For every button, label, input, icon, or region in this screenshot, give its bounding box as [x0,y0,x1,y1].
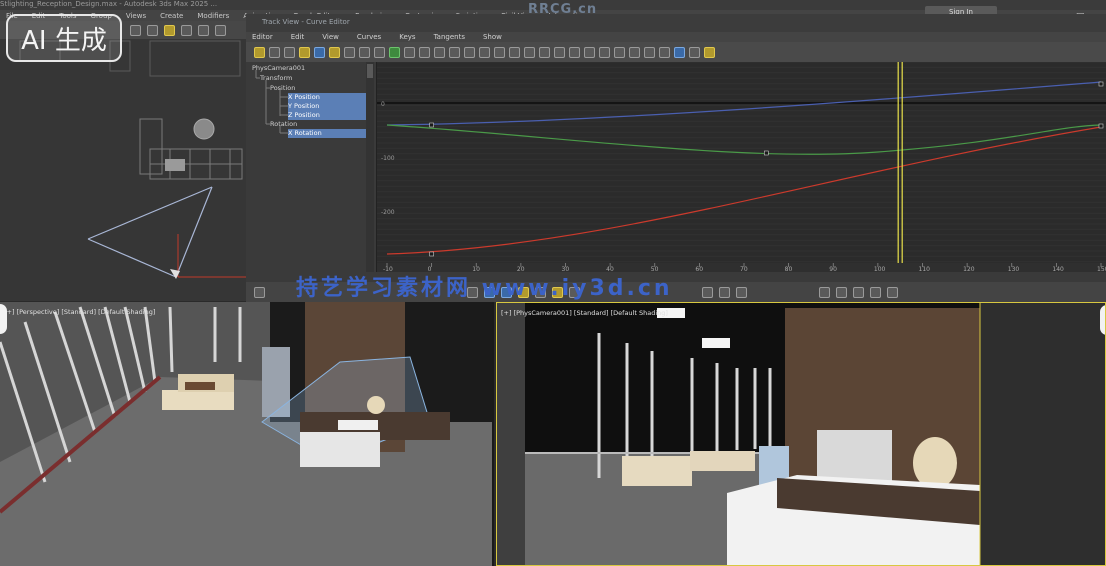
unify-tangents-icon[interactable] [644,46,655,58]
tangent-slow-icon[interactable] [494,46,505,58]
rotate-icon[interactable] [198,24,209,36]
curve-key [429,251,434,257]
camera-viewport-label[interactable]: [+] [PhysCamera001] [Standard] [Default … [501,309,668,317]
tree-item-y-position[interactable]: Y Position [288,102,366,111]
scale-icon[interactable] [215,24,226,36]
select-object-icon[interactable] [130,24,141,36]
pan-icon[interactable] [702,286,713,298]
curve-key [1098,81,1104,87]
perspective-scene [0,302,492,566]
move-icon[interactable] [181,24,192,36]
scale-keys-icon[interactable] [329,46,340,58]
camera-scene [497,303,1105,565]
ce-menu-item[interactable]: Show [483,33,502,41]
ce-menu-item[interactable]: Editor [252,33,273,41]
top-viewport-scene [19,40,246,279]
perspective-viewport-label[interactable]: [+] [Perspective] [Standard] [Default Sh… [4,308,155,316]
ease-curve-icon[interactable] [554,46,565,58]
snap-frames-icon[interactable] [419,46,430,58]
y-position-curve [386,124,1102,155]
tangent-linear-icon[interactable] [524,46,535,58]
break-tangents-icon[interactable] [629,46,640,58]
zoom-value-icon[interactable] [736,286,747,298]
top-viewport[interactable] [0,39,246,301]
zoom-horizontal-icon[interactable] [719,286,730,298]
tree-item-x-position[interactable]: X Position [288,93,366,102]
controller-tree[interactable]: PhysCamera001 Transform Position X Posit… [246,62,377,272]
menu-item[interactable]: Views [126,12,146,20]
window-crossing-icon[interactable] [164,24,175,36]
tangent-smooth-icon[interactable] [539,46,550,58]
parameter-curve-icon[interactable] [404,46,415,58]
left-nav-button[interactable] [0,304,7,334]
site-watermark: 持艺学习素材网 www.iy3d.cn [296,276,673,301]
menu-item[interactable]: Create [160,12,183,20]
curve-key [1098,123,1104,129]
tree-item-rotation[interactable]: Rotation [270,120,297,129]
normalize-icon[interactable] [689,46,700,58]
slide-keys-icon[interactable] [314,46,325,58]
select-region-icon[interactable] [147,24,158,36]
ce-menu-item[interactable]: Curves [357,33,381,41]
curve-graph-canvas: 0-100-200-10 0 10 20 30 40 50 60 70 80 90 100 110 120… [377,62,1106,272]
tangent-spline-icon[interactable] [464,46,475,58]
curve-key [764,150,769,156]
lock-icon[interactable] [269,46,280,58]
ce-menu-item[interactable]: Keys [399,33,415,41]
camera-viewport[interactable]: [+] [PhysCamera001] [Standard] [Default … [496,302,1106,566]
lock-selection-icon[interactable] [434,46,445,58]
frame-all-icon[interactable] [836,286,847,298]
perspective-viewport[interactable]: [+] [Perspective] [Standard] [Default Sh… [0,302,494,566]
region-tool-icon[interactable] [374,46,385,58]
show-all-tangents-icon[interactable] [674,46,685,58]
zoom-region-icon[interactable] [887,286,898,298]
tree-item-position[interactable]: Position [270,84,295,93]
add-key-icon[interactable] [359,46,370,58]
lock-tangents-icon[interactable] [614,46,625,58]
curve-editor-menu: Editor Edit View Curves Keys Tangents Sh… [246,32,1106,42]
tangent-fast-icon[interactable] [479,46,490,58]
show-tangents-icon[interactable] [599,46,610,58]
y-tick-label: -200 [381,209,395,216]
menu-item[interactable]: Modifiers [197,12,229,20]
curve-graph[interactable]: 0 -100 -200 -10 0 10 20 30 40 50 60 70 80 90 100 110 120… [377,62,1106,272]
y-tick-label: -100 [381,155,395,162]
multiplier-curve-icon[interactable] [569,46,580,58]
tangent-auto-icon[interactable] [449,46,460,58]
hand-pan-icon[interactable] [819,286,830,298]
filter-icon[interactable] [254,46,265,58]
ce-menu-item[interactable]: Tangents [434,33,465,41]
retime-icon[interactable] [389,46,400,58]
out-of-range-icon[interactable] [584,46,595,58]
tree-item-z-position[interactable]: Z Position [288,111,366,120]
ai-generated-badge: AI 生成 [6,14,122,62]
curve-key [429,122,434,128]
draw-curves-icon[interactable] [284,46,295,58]
tree-item-camera[interactable]: PhysCamera001 [252,64,305,73]
ce-menu-item[interactable]: View [322,33,339,41]
key-info-icon[interactable] [704,46,715,58]
right-nav-button[interactable] [1100,305,1105,335]
move-keys-icon[interactable] [299,46,310,58]
scale-values-icon[interactable] [344,46,355,58]
zoom-icon[interactable] [870,286,881,298]
tangent-step-icon[interactable] [509,46,520,58]
curve-editor-toolbar [246,42,1106,62]
tree-item-transform[interactable]: Transform [260,74,292,83]
ce-menu-item[interactable]: Edit [291,33,305,41]
zoom-selected-icon[interactable] [254,286,265,298]
frame-selection-icon[interactable] [853,286,864,298]
curve-editor-title: Track View - Curve Editor [246,14,1106,32]
tree-item-x-rotation[interactable]: X Rotation [288,129,366,138]
show-keys-icon[interactable] [659,46,670,58]
y-tick-label: 0 [381,101,385,108]
